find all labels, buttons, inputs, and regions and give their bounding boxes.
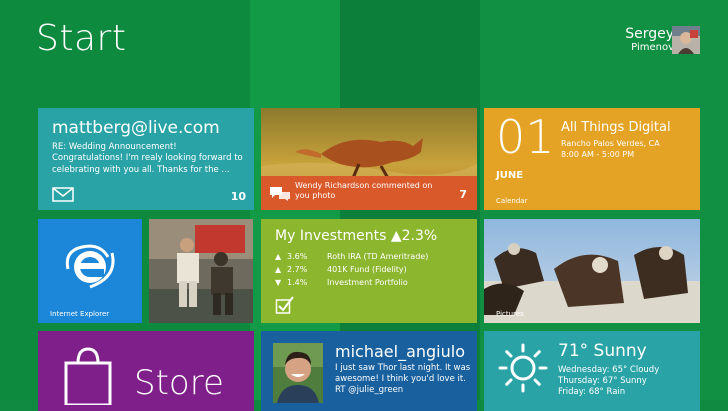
user-first-name: Sergey — [625, 26, 674, 42]
weather-forecast-day: Thursday: 67° Sunny — [558, 376, 647, 386]
photo-tile[interactable] — [149, 219, 253, 323]
investment-row: ▼ 1.4% Investment Portfolio — [275, 278, 408, 287]
internet-explorer-logo — [65, 244, 115, 289]
tweet-avatar — [273, 343, 323, 403]
birds-photo — [484, 219, 700, 323]
speech-bubble-icon — [270, 187, 290, 201]
sun-icon — [498, 343, 548, 393]
calendar-label: Calendar — [496, 197, 528, 205]
checkbox-tick-icon — [275, 296, 294, 314]
weather-current: 71° Sunny — [558, 341, 647, 361]
start-title: Start — [36, 18, 127, 59]
calendar-month: JUNE — [496, 170, 524, 181]
investment-row: ▲ 3.6% Roth IRA (TD Ameritrade) — [275, 252, 428, 261]
investment-name: Roth IRA (TD Ameritrade) — [327, 252, 429, 261]
user-last-name: Pimenov — [631, 42, 674, 54]
investments-title: My Investments ▲2.3% — [275, 228, 438, 244]
internet-explorer-label: Internet Explorer — [50, 310, 110, 318]
investment-arrow: ▲ — [275, 252, 282, 261]
weather-forecast-day: Wednesday: 65° Cloudy — [558, 365, 660, 375]
internet-explorer-tile[interactable]: Internet Explorer — [38, 219, 142, 323]
investment-row: ▲ 2.7% 401K Fund (Fidelity) — [275, 265, 407, 274]
investment-arrow: ▼ — [275, 278, 282, 287]
social-caption-bar: Wendy Richardson commented on you photo … — [261, 176, 477, 210]
weather-forecast-day: Friday: 68° Rain — [558, 387, 626, 397]
investments-tile[interactable]: My Investments ▲2.3% ▲ 3.6% Roth IRA (TD A… — [261, 219, 477, 323]
mail-address: mattberg@live.com — [52, 118, 220, 138]
mail-tile[interactable]: mattberg@live.com RE: Wedding Announceme… — [38, 108, 254, 210]
social-photo-tile[interactable]: Wendy Richardson commented on you photo … — [261, 108, 477, 210]
twitter-tile[interactable]: michael_angiulo I just saw Thor last nig… — [261, 331, 477, 411]
user-name[interactable]: Sergey Pimenov — [625, 26, 674, 54]
pictures-tile[interactable]: Pictures — [484, 219, 700, 323]
pictures-label: Pictures — [496, 310, 524, 318]
store-label: Store — [134, 363, 224, 403]
tweet-message: I just saw Thor last night. It was aweso… — [335, 363, 471, 396]
weather-tile[interactable]: 71° Sunny Wednesday: 65° Cloudy Thursday… — [484, 331, 700, 411]
social-count: 7 — [459, 188, 467, 201]
mail-preview: Congratulations! I'm realy looking forwa… — [52, 153, 243, 175]
investment-name: Investment Portfolio — [327, 278, 408, 287]
mail-subject: RE: Wedding Announcement! — [52, 142, 177, 152]
calendar-event-location: Rancho Palos Verdes, CA — [561, 139, 660, 148]
statue-photo — [149, 219, 253, 323]
calendar-day: 01 — [496, 110, 555, 164]
shopping-bag-icon — [64, 347, 112, 405]
social-caption: Wendy Richardson commented on you photo — [295, 181, 433, 201]
user-avatar[interactable] — [672, 26, 700, 54]
investment-arrow: ▲ — [275, 265, 282, 274]
calendar-event-time: 8:00 AM - 5:00 PM — [561, 150, 635, 159]
mail-preview-block: RE: Wedding Announcement! Congratulation… — [52, 142, 248, 176]
mail-unread-count: 10 — [230, 190, 246, 203]
calendar-event-title: All Things Digital — [561, 120, 671, 135]
investment-name: 401K Fund (Fidelity) — [327, 265, 407, 274]
investment-pct: 3.6% — [287, 252, 308, 261]
investment-pct: 1.4% — [287, 278, 308, 287]
calendar-tile[interactable]: 01 JUNE All Things Digital Rancho Palos … — [484, 108, 700, 210]
investment-pct: 2.7% — [287, 265, 308, 274]
envelope-icon — [52, 187, 74, 202]
tweet-handle: michael_angiulo — [335, 342, 465, 361]
store-tile[interactable]: Store — [38, 331, 254, 411]
